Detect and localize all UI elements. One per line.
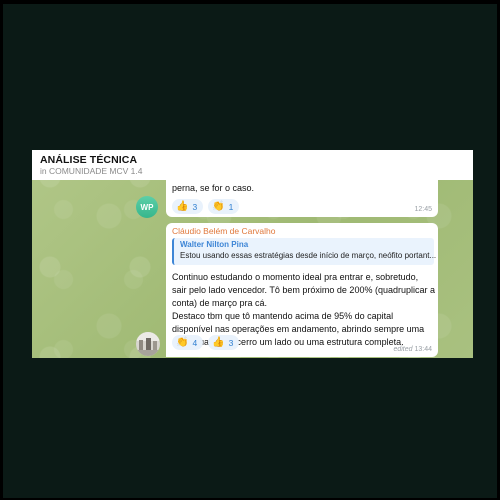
reactions-bar: 👍 3 👏 1 xyxy=(172,199,240,214)
thumbs-up-icon: 👍 xyxy=(176,201,189,212)
message-bubble[interactable]: Cláudio Belém de Carvalho Walter Nilton … xyxy=(166,223,438,357)
thumbs-up-icon: 👍 xyxy=(212,337,225,348)
reaction-thumbs-up[interactable]: 👍 3 xyxy=(172,199,204,214)
message-time: 12:45 xyxy=(414,206,432,213)
clapping-hands-icon: 👏 xyxy=(176,337,189,348)
chat-window: ANÁLISE TÉCNICA in COMUNIDADE MCV 1.4 pe… xyxy=(32,150,473,358)
reaction-count: 3 xyxy=(228,337,234,348)
reaction-count: 4 xyxy=(192,337,198,348)
reply-text: Estou usando essas estratégias desde iní… xyxy=(180,251,437,260)
chat-title: ANÁLISE TÉCNICA xyxy=(40,154,138,166)
message-text: perna, se for o caso. xyxy=(172,183,255,193)
edited-label: edited xyxy=(393,346,413,353)
message-line: Destaco tbm que tô mantendo acima de 95%… xyxy=(172,311,394,321)
reply-quote[interactable]: Walter Nilton Pina Estou usando essas es… xyxy=(172,238,437,265)
reactions-bar: 👏 4 👍 3 xyxy=(172,335,240,350)
reaction-thumbs-up[interactable]: 👍 3 xyxy=(208,335,240,350)
avatar[interactable] xyxy=(136,332,160,356)
reaction-clap[interactable]: 👏 1 xyxy=(208,199,240,214)
message-line: Continuo estudando o momento ideal pra e… xyxy=(172,272,419,282)
avatar-photo-icon xyxy=(136,332,160,356)
avatar[interactable]: WP xyxy=(136,196,158,218)
reply-author: Walter Nilton Pina xyxy=(180,240,249,249)
chat-header[interactable]: ANÁLISE TÉCNICA in COMUNIDADE MCV 1.4 xyxy=(32,150,473,180)
screenshot-frame: ANÁLISE TÉCNICA in COMUNIDADE MCV 1.4 pe… xyxy=(3,4,497,498)
reaction-count: 1 xyxy=(228,201,234,212)
message-line: sair pelo lado vencedor. Tô bem próximo … xyxy=(172,285,435,295)
sender-name[interactable]: Cláudio Belém de Carvalho xyxy=(172,226,275,236)
message-meta: edited 13:44 xyxy=(393,346,432,353)
message-line: conta) de março pra cá. xyxy=(172,298,268,308)
chat-subtitle: in COMUNIDADE MCV 1.4 xyxy=(40,166,143,176)
reaction-clap[interactable]: 👏 4 xyxy=(172,335,204,350)
clapping-hands-icon: 👏 xyxy=(212,201,225,212)
reaction-count: 3 xyxy=(192,201,198,212)
message-time: 13:44 xyxy=(414,346,432,353)
